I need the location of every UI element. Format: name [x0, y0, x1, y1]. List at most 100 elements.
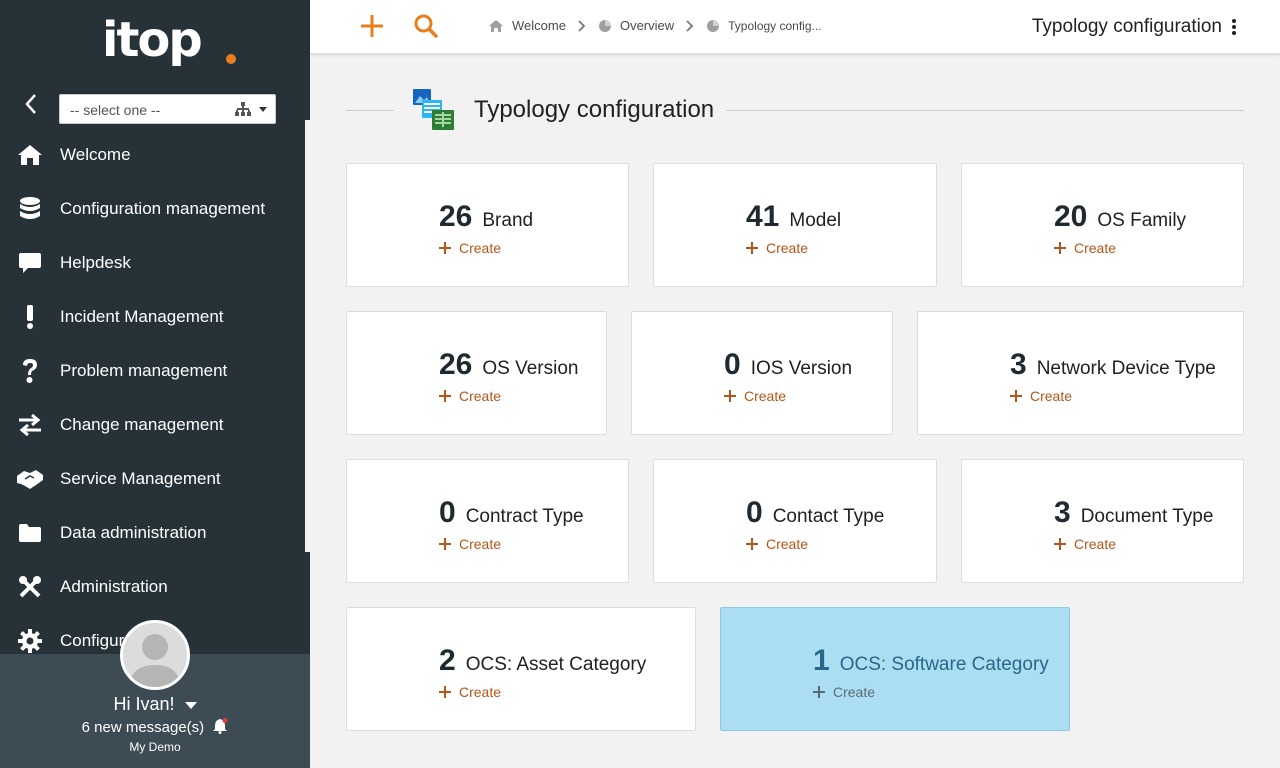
- plus-icon: [439, 538, 451, 550]
- menu-item-service-management[interactable]: Service Management: [0, 452, 305, 506]
- dashlet-name: OS Version: [482, 358, 579, 379]
- dashlet-name: Contract Type: [465, 506, 584, 527]
- create-label: Create: [1030, 388, 1073, 404]
- menu-item-welcome[interactable]: Welcome: [0, 128, 305, 182]
- create-contact-type-link[interactable]: Create: [746, 536, 884, 552]
- title-divider-left: [346, 110, 394, 111]
- create-label: Create: [459, 240, 502, 256]
- dashlet-count: 26: [439, 348, 473, 381]
- dashlet-os-family[interactable]: 20 OS Family Create: [961, 163, 1244, 287]
- sidebar: itop -- select one -- Welcome Configurat…: [0, 0, 310, 768]
- create-label: Create: [766, 536, 809, 552]
- home-icon: [16, 141, 44, 169]
- menu-item-label: Service Management: [60, 469, 221, 488]
- create-ocs-software-category-link[interactable]: Create: [813, 684, 1049, 700]
- database-icon: [16, 195, 44, 223]
- comment-icon: [16, 249, 44, 277]
- menu-item-label: Welcome: [60, 145, 131, 164]
- menu-item-label: Data administration: [60, 523, 207, 542]
- main-menu: Welcome Configuration management Helpdes…: [0, 128, 305, 653]
- menu-item-label: Configur: [60, 631, 125, 650]
- breadcrumb-label: Welcome: [512, 18, 566, 33]
- dashlet-brand[interactable]: 26 Brand Create: [346, 163, 629, 287]
- messages-count: 6 new message(s): [81, 719, 205, 736]
- dashlet-ocs-software-category[interactable]: 1 OCS: Software Category Create: [720, 607, 1070, 731]
- breadcrumb-overview[interactable]: Overview: [598, 18, 674, 33]
- menu-item-label: Configuration management: [60, 199, 266, 218]
- dashlet-name: Brand: [482, 210, 534, 231]
- exchange-icon: [16, 411, 44, 439]
- dashlet-count: 3: [1054, 496, 1071, 529]
- gear-icon: [16, 627, 44, 653]
- menu-item-incident-management[interactable]: Incident Management: [0, 290, 305, 344]
- plus-icon: [439, 242, 451, 254]
- menu-item-helpdesk[interactable]: Helpdesk: [0, 236, 305, 290]
- plus-icon: [813, 686, 825, 698]
- global-search-button[interactable]: [412, 12, 440, 40]
- create-document-type-link[interactable]: Create: [1054, 536, 1213, 552]
- menu-item-data-administration[interactable]: Data administration: [0, 506, 305, 560]
- create-label: Create: [459, 388, 502, 404]
- create-brand-link[interactable]: Create: [439, 240, 533, 256]
- menu-item-label: Incident Management: [60, 307, 224, 326]
- create-ocs-asset-category-link[interactable]: Create: [439, 684, 646, 700]
- breadcrumb-typology-configuration[interactable]: Typology config...: [706, 19, 822, 33]
- typology-icon: [412, 88, 456, 132]
- logo-dot: [226, 54, 236, 64]
- organization-select-value: -- select one --: [70, 102, 161, 118]
- create-ios-version-link[interactable]: Create: [724, 388, 852, 404]
- new-object-button[interactable]: [358, 12, 386, 40]
- dashlet-contact-type[interactable]: 0 Contact Type Create: [653, 459, 937, 583]
- menu-item-configuration-management[interactable]: Configuration management: [0, 182, 305, 236]
- plus-icon: [724, 390, 736, 402]
- dashlet-count: 3: [1010, 348, 1027, 381]
- sidebar-scrollbar[interactable]: [305, 120, 310, 552]
- create-contract-type-link[interactable]: Create: [439, 536, 584, 552]
- exclamation-icon: [16, 303, 44, 331]
- dashlet-model[interactable]: 41 Model Create: [653, 163, 937, 287]
- create-label: Create: [833, 684, 876, 700]
- avatar[interactable]: [120, 620, 190, 690]
- tools-icon: [16, 573, 44, 601]
- plus-icon: [439, 686, 451, 698]
- dashlet-ocs-asset-category[interactable]: 2 OCS: Asset Category Create: [346, 607, 696, 731]
- plus-icon: [746, 538, 758, 550]
- create-network-device-type-link[interactable]: Create: [1010, 388, 1216, 404]
- plus-icon: [1054, 242, 1066, 254]
- user-menu-toggle[interactable]: Hi Ivan!: [0, 694, 310, 715]
- create-label: Create: [1074, 240, 1117, 256]
- breadcrumb-welcome[interactable]: Welcome: [488, 18, 566, 33]
- menu-item-change-management[interactable]: Change management: [0, 398, 305, 452]
- dashlet-name: Model: [789, 210, 842, 231]
- dashlet-network-device-type[interactable]: 3 Network Device Type Create: [917, 311, 1244, 435]
- dashlet-name: IOS Version: [750, 358, 853, 379]
- dashlet-name: OCS: Asset Category: [465, 654, 647, 675]
- dashlet-count: 41: [746, 200, 780, 233]
- dashlet-name: Contact Type: [772, 506, 885, 527]
- more-actions-icon[interactable]: [1232, 19, 1236, 35]
- dashlet-count: 0: [439, 496, 456, 529]
- create-model-link[interactable]: Create: [746, 240, 841, 256]
- plus-icon: [1054, 538, 1066, 550]
- dashlet-ios-version[interactable]: 0 IOS Version Create: [631, 311, 893, 435]
- organization-select[interactable]: -- select one --: [59, 94, 276, 124]
- logo-text: itop: [102, 12, 203, 68]
- itop-logo[interactable]: itop: [100, 10, 240, 80]
- create-label: Create: [766, 240, 809, 256]
- collapse-sidebar-button[interactable]: [18, 90, 44, 118]
- bell-icon: [213, 718, 228, 734]
- dashboard-title: Typology configuration: [474, 96, 715, 123]
- notifications-link[interactable]: 6 new message(s): [0, 718, 310, 736]
- create-os-version-link[interactable]: Create: [439, 388, 578, 404]
- plus-icon: [1010, 390, 1022, 402]
- menu-item-administration[interactable]: Administration: [0, 560, 305, 614]
- dashlet-os-version[interactable]: 26 OS Version Create: [346, 311, 607, 435]
- page-title: Typology configuration: [1031, 16, 1222, 37]
- dashlet-contract-type[interactable]: 0 Contract Type Create: [346, 459, 629, 583]
- menu-item-label: Administration: [60, 577, 168, 596]
- menu-item-label: Change management: [60, 415, 224, 434]
- create-os-family-link[interactable]: Create: [1054, 240, 1186, 256]
- menu-item-problem-management[interactable]: Problem management: [0, 344, 305, 398]
- chevron-left-icon: [25, 94, 36, 114]
- dashlet-document-type[interactable]: 3 Document Type Create: [961, 459, 1244, 583]
